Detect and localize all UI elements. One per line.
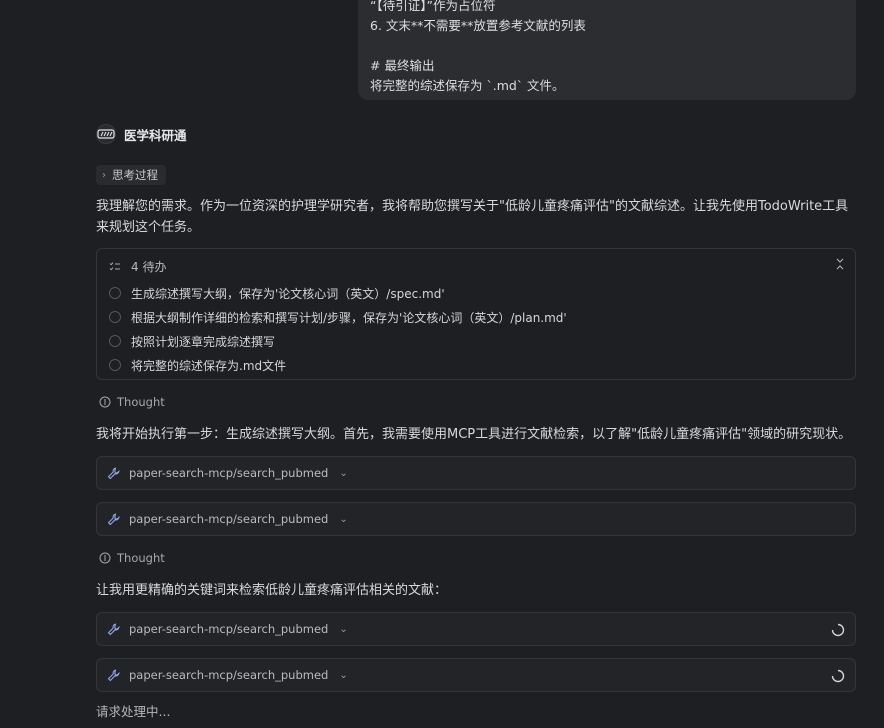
tool-call-card[interactable]: paper-search-mcp/search_pubmed ⌄ xyxy=(96,502,856,536)
assistant-step-text: 我将开始执行第一步：生成综述撰写大纲。首先，我需要使用MCP工具进行文献检索，以… xyxy=(96,427,852,442)
tool-name: paper-search-mcp/search_pubmed xyxy=(129,512,329,526)
todo-count-label: 4 待办 xyxy=(131,260,167,274)
todo-item-label: 按照计划逐章完成综述撰写 xyxy=(131,334,276,349)
collapse-icon[interactable] xyxy=(833,257,847,271)
user-message-line xyxy=(370,36,844,56)
wrench-icon xyxy=(107,466,120,479)
tool-call-card[interactable]: paper-search-mcp/search_pubmed ⌄ xyxy=(96,612,856,646)
todo-item: 生成综述撰写大纲，保存为'论文核心词（英文）/spec.md' xyxy=(109,281,843,305)
tool-name: paper-search-mcp/search_pubmed xyxy=(129,466,329,480)
assistant-logo-icon xyxy=(97,129,115,139)
todo-status-circle-icon xyxy=(109,311,121,323)
tool-call-card[interactable]: paper-search-mcp/search_pubmed ⌄ xyxy=(96,658,856,692)
chevron-down-icon: ⌄ xyxy=(339,467,348,479)
todo-panel: 4 待办 生成综述撰写大纲，保存为'论文核心词（英文）/spec.md' 根据大… xyxy=(96,248,856,380)
todo-item: 根据大纲制作详细的检索和撰写计划/步骤，保存为'论文核心词（英文）/plan.m… xyxy=(109,305,843,329)
checklist-icon xyxy=(109,261,120,270)
user-message-line: 6. 文末**不需要**放置参考文献的列表 xyxy=(370,18,586,33)
processing-status: 请求处理中... xyxy=(96,704,171,719)
wrench-icon xyxy=(107,512,120,525)
todo-status-circle-icon xyxy=(109,287,121,299)
chevron-down-icon: ⌄ xyxy=(339,623,348,635)
assistant-name: 医学科研通 xyxy=(124,127,187,143)
wrench-icon xyxy=(107,668,120,681)
todo-status-circle-icon xyxy=(109,359,121,371)
tool-name: paper-search-mcp/search_pubmed xyxy=(129,668,329,682)
assistant-avatar xyxy=(96,124,116,144)
todo-list: 生成综述撰写大纲，保存为'论文核心词（英文）/spec.md' 根据大纲制作详细… xyxy=(109,281,843,377)
todo-item: 将完整的综述保存为.md文件 xyxy=(109,353,843,377)
loading-spinner-icon xyxy=(831,669,845,683)
thinking-process-toggle[interactable]: › 思考过程 xyxy=(96,165,166,185)
thought-label: Thought xyxy=(117,395,165,409)
loading-spinner-icon xyxy=(831,623,845,637)
tool-call-card[interactable]: paper-search-mcp/search_pubmed ⌄ xyxy=(96,456,856,490)
todo-item-label: 将完整的综述保存为.md文件 xyxy=(131,358,287,373)
todo-item-label: 根据大纲制作详细的检索和撰写计划/步骤，保存为'论文核心词（英文）/plan.m… xyxy=(131,310,567,325)
chevron-right-icon: › xyxy=(102,169,106,181)
todo-status-circle-icon xyxy=(109,335,121,347)
thought-info-icon xyxy=(99,552,111,564)
wrench-icon xyxy=(107,622,120,635)
chevron-down-icon: ⌄ xyxy=(339,669,348,681)
todo-item: 按照计划逐章完成综述撰写 xyxy=(109,329,843,353)
thought-info-icon xyxy=(99,396,111,408)
user-message-bubble: “【待引证】”作为占位符 6. 文末**不需要**放置参考文献的列表 # 最终输… xyxy=(358,0,856,100)
thinking-process-label: 思考过程 xyxy=(112,168,158,182)
chat-page: “【待引证】”作为占位符 6. 文末**不需要**放置参考文献的列表 # 最终输… xyxy=(0,0,884,728)
user-message-line: # 最终输出 xyxy=(370,58,435,73)
assistant-intro-text: 我理解您的需求。作为一位资深的护理学研究者，我将帮助您撰写关于"低龄儿童疼痛评估… xyxy=(96,199,849,235)
thought-label: Thought xyxy=(117,551,165,565)
thought-toggle[interactable]: Thought xyxy=(99,551,165,565)
assistant-refine-text: 让我用更精确的关键词来检索低龄儿童疼痛评估相关的文献： xyxy=(96,583,448,598)
todo-header: 4 待办 xyxy=(109,258,166,275)
user-message-line: “【待引证】”作为占位符 xyxy=(370,0,496,13)
tool-name: paper-search-mcp/search_pubmed xyxy=(129,622,329,636)
todo-item-label: 生成综述撰写大纲，保存为'论文核心词（英文）/spec.md' xyxy=(131,286,445,301)
chevron-down-icon: ⌄ xyxy=(339,513,348,525)
assistant-header: 医学科研通 xyxy=(96,124,187,144)
thought-toggle[interactable]: Thought xyxy=(99,395,165,409)
user-message-line: 将完整的综述保存为 `.md` 文件。 xyxy=(370,78,565,93)
